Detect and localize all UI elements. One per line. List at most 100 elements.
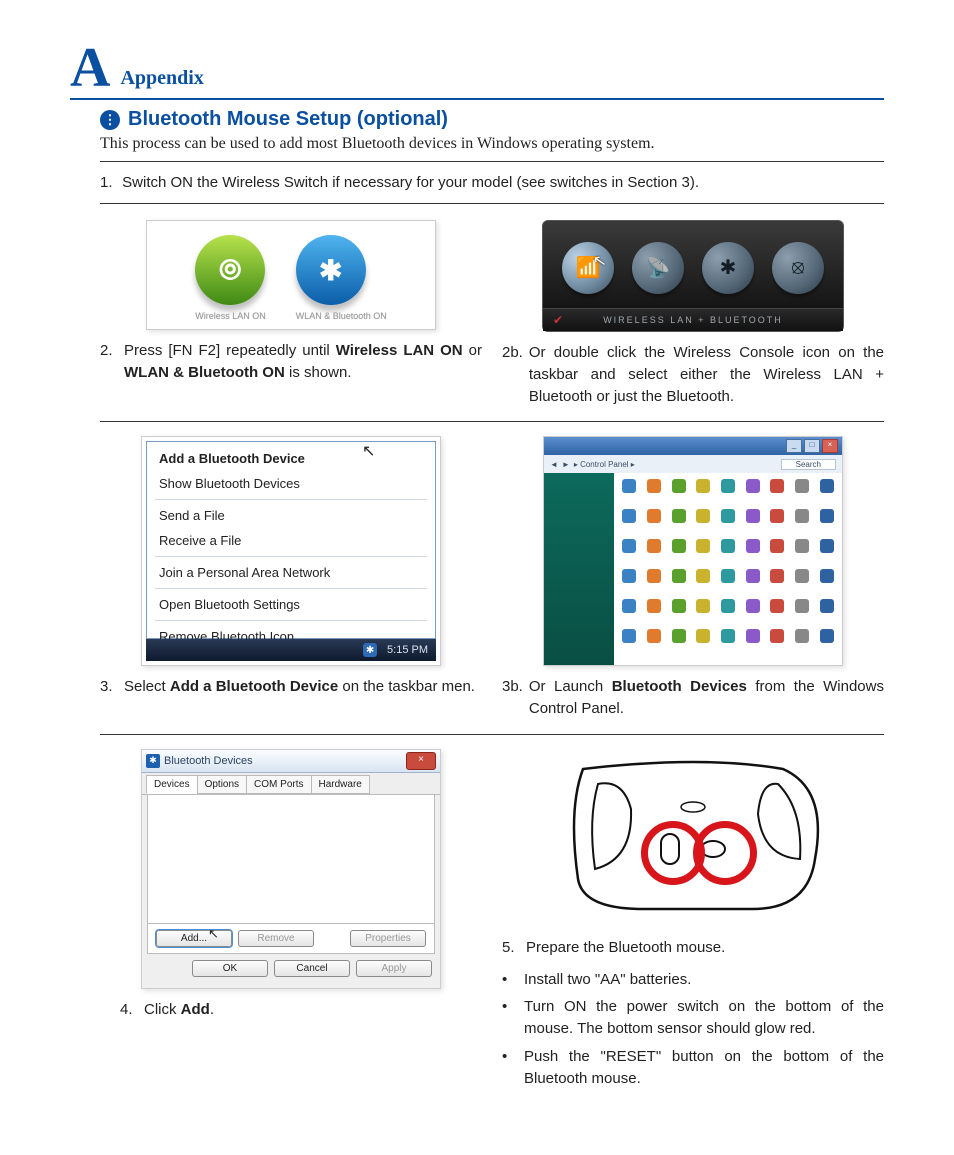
nav-icon[interactable]: ◄: [550, 460, 558, 469]
breadcrumb[interactable]: ▸ Control Panel ▸: [574, 460, 635, 469]
properties-button[interactable]: Properties: [350, 930, 426, 947]
remove-button[interactable]: Remove: [238, 930, 314, 947]
menu-item-receive-file[interactable]: Receive a File: [147, 528, 435, 553]
control-panel-item[interactable]: [643, 479, 666, 507]
control-panel-item[interactable]: [766, 629, 789, 657]
control-panel-item[interactable]: [815, 599, 838, 627]
search-input[interactable]: Search: [781, 459, 836, 470]
control-panel-item[interactable]: [667, 569, 690, 597]
menu-item-open-settings[interactable]: Open Bluetooth Settings: [147, 592, 435, 617]
control-panel-item[interactable]: [791, 509, 814, 537]
control-panel-item[interactable]: [618, 629, 641, 657]
control-panel-item[interactable]: [618, 479, 641, 507]
menu-separator: [155, 588, 427, 589]
apply-button[interactable]: Apply: [356, 960, 432, 977]
control-panel-item[interactable]: [618, 509, 641, 537]
control-panel-item[interactable]: [791, 569, 814, 597]
close-button[interactable]: ×: [406, 752, 436, 770]
control-panel-item[interactable]: [741, 569, 764, 597]
control-panel-item[interactable]: [717, 539, 740, 567]
control-panel-item[interactable]: [815, 629, 838, 657]
control-panel-item[interactable]: [618, 569, 641, 597]
control-panel-item[interactable]: [643, 509, 666, 537]
tab-devices[interactable]: Devices: [146, 775, 198, 794]
control-panel-item[interactable]: [717, 569, 740, 597]
dialog-device-list: [147, 795, 435, 924]
control-panel-item[interactable]: [667, 629, 690, 657]
ok-button[interactable]: OK: [192, 960, 268, 977]
control-panel-item[interactable]: [815, 569, 838, 597]
tab-options[interactable]: Options: [197, 775, 247, 794]
control-panel-sidebar: [544, 473, 614, 665]
dialog-tabs: Devices Options COM Ports Hardware: [142, 773, 440, 795]
control-panel-item[interactable]: [618, 539, 641, 567]
control-panel-item[interactable]: [667, 599, 690, 627]
control-panel-item[interactable]: [667, 509, 690, 537]
control-panel-item[interactable]: [717, 509, 740, 537]
control-panel-item[interactable]: [791, 479, 814, 507]
control-panel-item[interactable]: [717, 479, 740, 507]
menu-item-show-bt[interactable]: Show Bluetooth Devices: [147, 471, 435, 496]
menu-item-join-pan[interactable]: Join a Personal Area Network: [147, 560, 435, 585]
menu-item-send-file[interactable]: Send a File: [147, 503, 435, 528]
taskbar-bluetooth-icon[interactable]: ✱: [363, 643, 377, 657]
cancel-button[interactable]: Cancel: [274, 960, 350, 977]
menu-item-add-bt[interactable]: Add a Bluetooth Device: [147, 446, 435, 471]
row-3: Add a Bluetooth Device Show Bluetooth De…: [100, 436, 884, 720]
close-button[interactable]: ×: [822, 439, 838, 453]
row-4: ✱Bluetooth Devices × Devices Options COM…: [100, 749, 884, 1096]
control-panel-item[interactable]: [791, 539, 814, 567]
add-button[interactable]: Add...: [156, 930, 232, 947]
figure-wireless-status: ⦾ Wireless LAN ON ✱ WLAN & Bluetooth ON: [146, 220, 436, 330]
control-panel-item[interactable]: [766, 569, 789, 597]
control-panel-item[interactable]: [667, 479, 690, 507]
control-panel-item[interactable]: [692, 509, 715, 537]
control-panel-item[interactable]: [766, 599, 789, 627]
control-panel-item[interactable]: [692, 539, 715, 567]
tab-com-ports[interactable]: COM Ports: [246, 775, 311, 794]
section-intro: This process can be used to add most Blu…: [100, 135, 884, 153]
step-1: 1. Switch ON the Wireless Switch if nece…: [100, 172, 884, 193]
control-panel-item[interactable]: [791, 629, 814, 657]
control-panel-item[interactable]: [643, 539, 666, 567]
maximize-button[interactable]: □: [804, 439, 820, 453]
control-panel-item[interactable]: [766, 509, 789, 537]
control-panel-item[interactable]: [741, 509, 764, 537]
control-panel-item[interactable]: [717, 599, 740, 627]
figure-control-panel: _ □ × ◄ ► ▸ Control Panel ▸ Search: [543, 436, 843, 666]
tab-hardware[interactable]: Hardware: [311, 775, 370, 794]
control-panel-item[interactable]: [692, 629, 715, 657]
step-3: 3. Select Add a Bluetooth Device on the …: [100, 676, 482, 698]
control-panel-item[interactable]: [766, 539, 789, 567]
control-panel-item[interactable]: [692, 569, 715, 597]
control-panel-item[interactable]: [643, 569, 666, 597]
step-5: 5. Prepare the Bluetooth mouse.: [502, 937, 884, 959]
section-header: ⋮ Bluetooth Mouse Setup (optional): [100, 108, 884, 131]
control-panel-item[interactable]: [815, 539, 838, 567]
control-panel-item[interactable]: [717, 629, 740, 657]
bullet-icon: •: [502, 996, 516, 1040]
control-panel-item[interactable]: [741, 539, 764, 567]
control-panel-item[interactable]: [815, 509, 838, 537]
figure-mouse-diagram: [553, 749, 833, 919]
control-panel-item[interactable]: [643, 629, 666, 657]
minimize-button[interactable]: _: [786, 439, 802, 453]
control-panel-item[interactable]: [741, 629, 764, 657]
taskbar: ✱ 5:15 PM: [146, 639, 436, 661]
control-panel-item[interactable]: [741, 479, 764, 507]
control-panel-item[interactable]: [741, 599, 764, 627]
control-panel-item[interactable]: [766, 479, 789, 507]
step-number: 4.: [120, 999, 138, 1021]
control-panel-item[interactable]: [791, 599, 814, 627]
wifi-on-icon: ⦾: [195, 235, 265, 305]
nav-icon[interactable]: ►: [562, 460, 570, 469]
control-panel-item[interactable]: [618, 599, 641, 627]
control-panel-item[interactable]: [815, 479, 838, 507]
control-panel-item[interactable]: [692, 479, 715, 507]
step-number: 3b.: [502, 676, 523, 720]
control-panel-item[interactable]: [692, 599, 715, 627]
control-panel-item[interactable]: [643, 599, 666, 627]
step-number: 3.: [100, 676, 118, 698]
control-panel-item[interactable]: [667, 539, 690, 567]
divider: [100, 421, 884, 422]
